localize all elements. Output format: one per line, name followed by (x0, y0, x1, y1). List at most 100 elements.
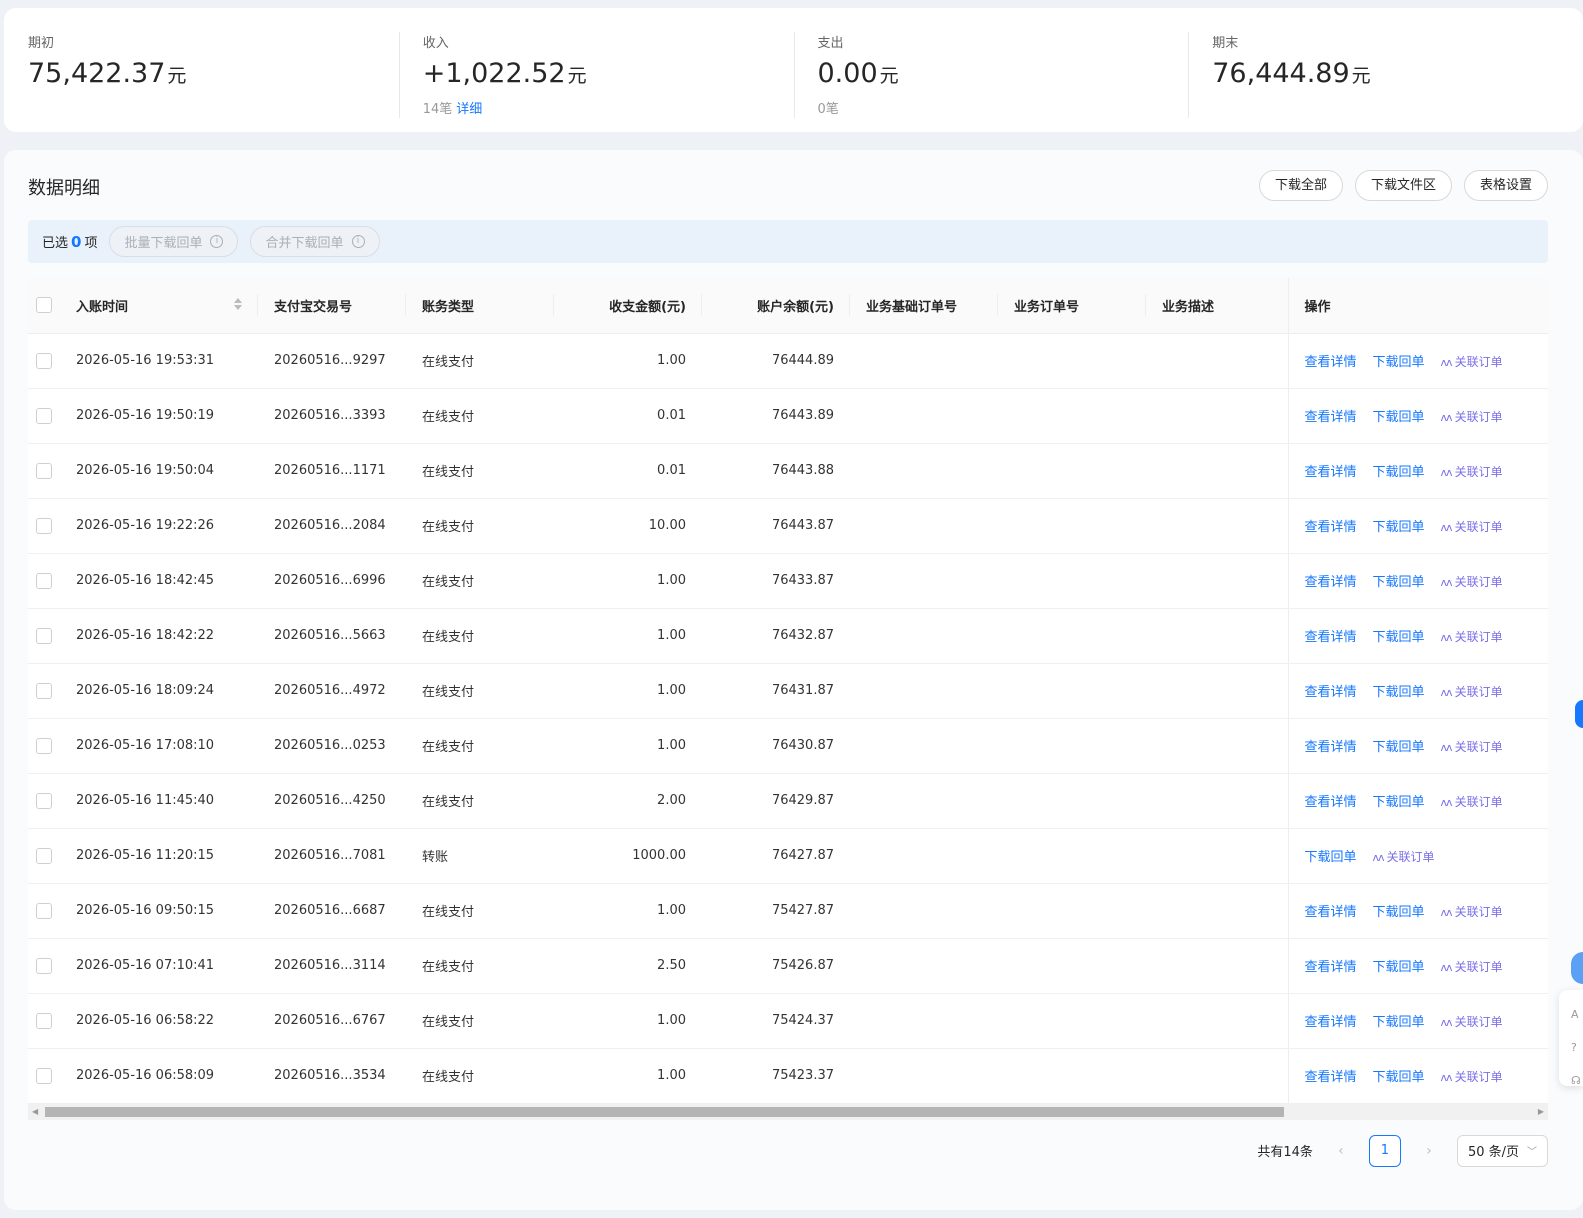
view-detail-link[interactable]: 查看详情 (1305, 465, 1357, 480)
merge-download-button[interactable]: 合并下载回单 i (250, 226, 380, 257)
download-receipt-link[interactable]: 下载回单 (1373, 630, 1425, 645)
table-row[interactable]: 2026-05-16 11:45:40 20260516...4250 在线支付 2.… (28, 773, 1548, 829)
link-order-link[interactable]: ʌʌ 关联订单 (1441, 410, 1503, 424)
table-row[interactable]: 2026-05-16 06:58:09 20260516...3534 在线支付 1.… (28, 1048, 1548, 1104)
view-detail-link[interactable]: 查看详情 (1305, 575, 1357, 590)
link-order-link[interactable]: ʌʌ 关联订单 (1373, 850, 1435, 864)
panel-title: 数据明细 (28, 178, 100, 199)
link-order-link[interactable]: ʌʌ 关联订单 (1441, 520, 1503, 534)
table-row[interactable]: 2026-05-16 18:09:24 20260516...4972 在线支付 1.… (28, 663, 1548, 719)
scrollbar-thumb[interactable] (45, 1107, 1284, 1117)
view-detail-link[interactable]: 查看详情 (1305, 410, 1357, 425)
prev-page-icon[interactable]: ‹ (1329, 1143, 1353, 1159)
view-detail-link[interactable]: 查看详情 (1305, 355, 1357, 370)
download-receipt-link[interactable]: 下载回单 (1373, 465, 1425, 480)
scroll-right-icon[interactable]: ▶ (1538, 1107, 1544, 1116)
row-checkbox[interactable] (36, 627, 52, 644)
link-order-link[interactable]: ʌʌ 关联订单 (1441, 575, 1503, 589)
row-checkbox[interactable] (36, 352, 52, 369)
link-order-link[interactable]: ʌʌ 关联订单 (1441, 960, 1503, 974)
table-row[interactable]: 2026-05-16 18:42:22 20260516...5663 在线支付 1.… (28, 608, 1548, 664)
download-receipt-link[interactable]: 下载回单 (1373, 1070, 1425, 1085)
income-detail-link[interactable]: 详细 (456, 102, 482, 117)
link-order-link[interactable]: ʌʌ 关联订单 (1441, 630, 1503, 644)
view-detail-link[interactable]: 查看详情 (1305, 905, 1357, 920)
row-checkbox[interactable] (36, 407, 52, 424)
robot-icon[interactable] (1571, 952, 1583, 984)
column-header-time[interactable]: 入账时间 (60, 278, 258, 334)
download-receipt-link[interactable]: 下载回单 (1305, 850, 1357, 865)
table-row[interactable]: 2026-05-16 19:50:19 20260516...3393 在线支付 0.… (28, 388, 1548, 444)
row-checkbox[interactable] (36, 792, 52, 809)
download-receipt-link[interactable]: 下载回单 (1373, 1015, 1425, 1030)
row-checkbox[interactable] (36, 737, 52, 754)
table-row[interactable]: 2026-05-16 18:42:45 20260516...6996 在线支付 1.… (28, 553, 1548, 609)
cell-description (1146, 883, 1288, 939)
download-receipt-link[interactable]: 下载回单 (1373, 905, 1425, 920)
table-settings-button[interactable]: 表格设置 (1463, 170, 1548, 201)
horizontal-scrollbar[interactable]: ◀ ▶ (28, 1104, 1548, 1120)
download-area-button[interactable]: 下载文件区 (1354, 170, 1452, 201)
page-number[interactable]: 1 (1368, 1134, 1401, 1167)
cell-type: 在线支付 (406, 608, 554, 664)
table-row[interactable]: 2026-05-16 19:22:26 20260516...2084 在线支付 10… (28, 498, 1548, 554)
link-order-link[interactable]: ʌʌ 关联订单 (1441, 1015, 1503, 1029)
link-order-link[interactable]: ʌʌ 关联订单 (1441, 465, 1503, 479)
select-all-checkbox[interactable] (36, 297, 52, 314)
view-detail-link[interactable]: 查看详情 (1305, 960, 1357, 975)
batch-download-button[interactable]: 批量下载回单 i (109, 226, 239, 257)
cell-description (1146, 388, 1288, 444)
view-detail-link[interactable]: 查看详情 (1305, 1070, 1357, 1085)
row-checkbox[interactable] (36, 1067, 52, 1084)
view-detail-link[interactable]: 查看详情 (1305, 520, 1357, 535)
floating-toolbar[interactable]: A? ☊ (1559, 990, 1583, 1087)
table-row[interactable]: 2026-05-16 17:08:10 20260516...0253 在线支付 1.… (28, 718, 1548, 774)
download-receipt-link[interactable]: 下载回单 (1373, 740, 1425, 755)
table-row[interactable]: 2026-05-16 09:50:15 20260516...6687 在线支付 1.… (28, 883, 1548, 939)
row-checkbox[interactable] (36, 1012, 52, 1029)
cell-base-order (850, 773, 998, 829)
row-checkbox[interactable] (36, 682, 52, 699)
link-order-link[interactable]: ʌʌ 关联订单 (1441, 740, 1503, 754)
link-order-link[interactable]: ʌʌ 关联订单 (1441, 795, 1503, 809)
cell-amount: 0.01 (554, 443, 702, 499)
download-receipt-link[interactable]: 下载回单 (1373, 355, 1425, 370)
table-row[interactable]: 2026-05-16 11:20:15 20260516...7081 转账 1000… (28, 828, 1548, 884)
download-receipt-link[interactable]: 下载回单 (1373, 685, 1425, 700)
view-detail-link[interactable]: 查看详情 (1305, 1015, 1357, 1030)
row-checkbox[interactable] (36, 847, 52, 864)
row-checkbox[interactable] (36, 517, 52, 534)
link-order-link[interactable]: ʌʌ 关联订单 (1441, 1070, 1503, 1084)
link-order-link[interactable]: ʌʌ 关联订单 (1441, 355, 1503, 369)
sort-icon[interactable] (234, 298, 242, 310)
next-page-icon[interactable]: › (1417, 1143, 1441, 1159)
view-detail-link[interactable]: 查看详情 (1305, 740, 1357, 755)
scroll-left-icon[interactable]: ◀ (32, 1107, 38, 1116)
row-checkbox[interactable] (36, 462, 52, 479)
download-receipt-link[interactable]: 下载回单 (1373, 795, 1425, 810)
download-all-button[interactable]: 下载全部 (1258, 170, 1343, 201)
download-receipt-link[interactable]: 下载回单 (1373, 520, 1425, 535)
table-row[interactable]: 2026-05-16 19:50:04 20260516...1171 在线支付 0.… (28, 443, 1548, 499)
cell-time: 2026-05-16 19:50:04 (60, 443, 258, 499)
row-checkbox[interactable] (36, 572, 52, 589)
table-row[interactable]: 2026-05-16 06:58:22 20260516...6767 在线支付 1.… (28, 993, 1548, 1049)
link-order-link[interactable]: ʌʌ 关联订单 (1441, 905, 1503, 919)
ai-icon: ʌʌ (1440, 961, 1453, 974)
table-row[interactable]: 2026-05-16 07:10:41 20260516...3114 在线支付 2.… (28, 938, 1548, 994)
download-receipt-link[interactable]: 下载回单 (1373, 575, 1425, 590)
table-row[interactable]: 2026-05-16 19:53:31 20260516...9297 在线支付 1.… (28, 333, 1548, 389)
link-order-link[interactable]: ʌʌ 关联订单 (1441, 685, 1503, 699)
view-detail-link[interactable]: 查看详情 (1305, 685, 1357, 700)
floating-assistant-tab[interactable] (1575, 700, 1583, 728)
row-checkbox[interactable] (36, 957, 52, 974)
view-detail-link[interactable]: 查看详情 (1305, 630, 1357, 645)
select-all-cell (28, 278, 60, 334)
download-receipt-link[interactable]: 下载回单 (1373, 960, 1425, 975)
download-receipt-link[interactable]: 下载回单 (1373, 410, 1425, 425)
row-checkbox[interactable] (36, 902, 52, 919)
view-detail-link[interactable]: 查看详情 (1305, 795, 1357, 810)
page-size-select[interactable]: 50 条/页 ﹀ (1456, 1134, 1548, 1167)
cell-trade-no: 20260516...2084 (258, 498, 406, 554)
cell-type: 在线支付 (406, 498, 554, 554)
